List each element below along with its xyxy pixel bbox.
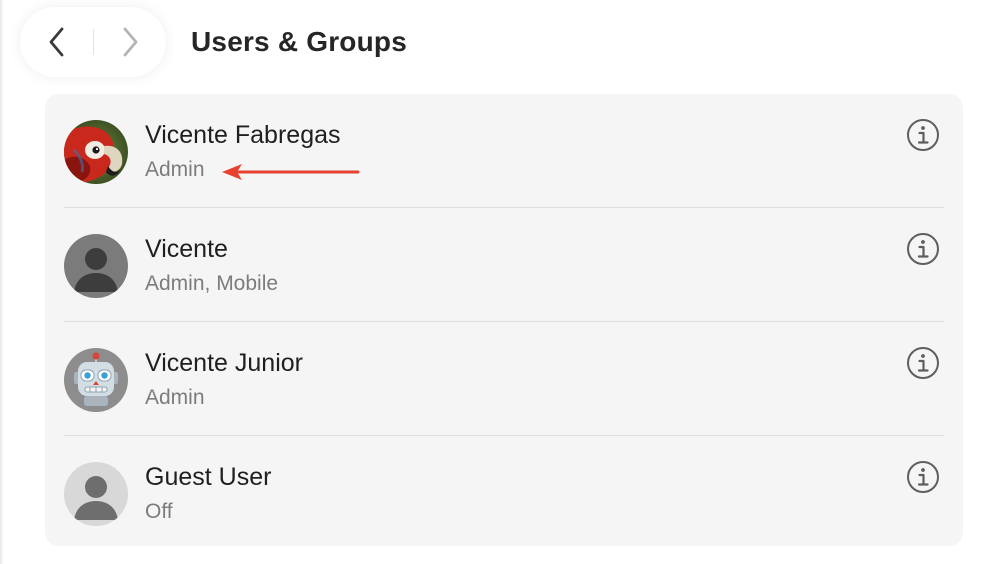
user-row-guest-user[interactable]: Guest User Off (45, 436, 963, 550)
chevron-right-icon (123, 27, 137, 57)
user-name: Vicente Junior (145, 349, 303, 377)
user-name: Vicente Fabregas (145, 121, 341, 149)
user-row-vicente[interactable]: Vicente Admin, Mobile (45, 208, 963, 322)
avatar-person (64, 234, 128, 298)
users-groups-page: Users & Groups Vicente Fabregas Admin Vi… (0, 0, 982, 564)
chevron-left-icon (49, 27, 63, 57)
info-icon[interactable] (906, 232, 940, 266)
user-role: Admin, Mobile (145, 272, 279, 295)
user-role: Off (145, 500, 173, 523)
info-icon[interactable] (906, 346, 940, 380)
navigation-control (20, 7, 166, 77)
window-edge (0, 0, 3, 564)
avatar-guest (64, 462, 128, 526)
avatar-robot (64, 348, 128, 412)
user-row-vicente-fabregas[interactable]: Vicente Fabregas Admin (45, 94, 963, 208)
users-list: Vicente Fabregas Admin Vicente Admin, Mo… (45, 94, 963, 546)
page-title: Users & Groups (191, 26, 407, 57)
info-icon[interactable] (906, 118, 940, 152)
user-row-vicente-junior[interactable]: Vicente Junior Admin (45, 322, 963, 436)
forward-button[interactable] (93, 7, 166, 77)
user-name: Guest User (145, 463, 272, 491)
user-role: Admin (145, 386, 205, 409)
user-name: Vicente (145, 235, 228, 263)
annotation-arrow-icon (222, 164, 360, 180)
avatar-parrot (64, 120, 128, 184)
info-icon[interactable] (906, 460, 940, 494)
back-button[interactable] (20, 7, 93, 77)
user-role: Admin (145, 158, 205, 181)
